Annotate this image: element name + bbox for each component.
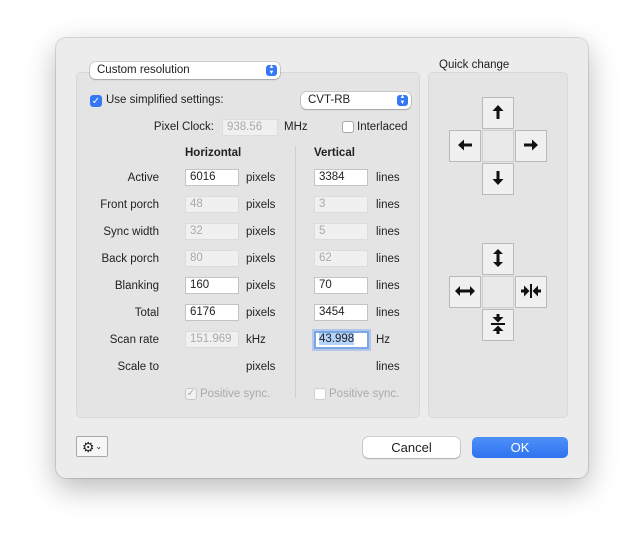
v-unit: lines	[376, 172, 400, 184]
arrow-down-icon	[489, 169, 507, 190]
arrow-left-icon	[456, 136, 474, 157]
v-unit: lines	[376, 280, 400, 292]
cancel-button[interactable]: Cancel	[363, 437, 460, 458]
v-unit: lines	[376, 253, 400, 265]
shrink-horizontal-icon	[520, 282, 542, 303]
v-unit: lines	[376, 361, 400, 373]
v-positive-sync-label: Positive sync.	[329, 388, 400, 400]
h-scan-rate-field[interactable]: 151.969	[185, 331, 239, 348]
row-label: Active	[127, 172, 159, 184]
column-separator	[295, 146, 296, 398]
interlaced-label: Interlaced	[357, 121, 408, 133]
resolution-mode-popup[interactable]: Custom resolution ▲ ▼	[90, 62, 280, 79]
pixel-clock-field[interactable]: 938.56	[222, 119, 278, 136]
v-back-porch-field[interactable]: 62	[314, 250, 368, 267]
expand-horizontal-icon	[454, 282, 476, 303]
v-blanking-field[interactable]: 70	[314, 277, 368, 294]
row-label: Sync width	[103, 226, 159, 238]
move-up-button[interactable]	[482, 97, 514, 129]
h-unit: pixels	[246, 280, 276, 292]
chevron-down-icon: ⌄	[95, 442, 103, 451]
expand-vertical-icon	[489, 248, 507, 271]
h-front-porch-field[interactable]: 48	[185, 196, 239, 213]
v-unit: lines	[376, 307, 400, 319]
h-positive-sync-checkbox[interactable]: ✓	[185, 388, 197, 400]
v-total-field[interactable]: 3454	[314, 304, 368, 321]
row-label: Blanking	[114, 280, 159, 292]
h-unit: pixels	[246, 199, 276, 211]
v-unit: lines	[376, 199, 400, 211]
row-label: Front porch	[100, 199, 159, 211]
arrow-up-icon	[489, 103, 507, 124]
h-unit: pixels	[246, 226, 276, 238]
h-unit: pixels	[246, 361, 276, 373]
pixel-clock-unit: MHz	[284, 121, 308, 133]
shrink-vertical-button[interactable]	[482, 309, 514, 341]
v-front-porch-field[interactable]: 3	[314, 196, 368, 213]
v-unit: Hz	[376, 334, 391, 346]
h-unit: pixels	[246, 253, 276, 265]
custom-resolution-dialog: Custom resolution ▲ ▼ ✓ Use simplified se…	[56, 38, 588, 478]
h-back-porch-field[interactable]: 80	[185, 250, 239, 267]
h-total-field[interactable]: 6176	[185, 304, 239, 321]
interlaced-checkbox[interactable]	[342, 121, 354, 133]
move-center-cell	[482, 130, 514, 162]
h-unit: pixels	[246, 172, 276, 184]
shrink-horizontal-button[interactable]	[515, 276, 547, 308]
v-active-field[interactable]: 3384	[314, 169, 368, 186]
h-unit: pixels	[246, 307, 276, 319]
ok-button[interactable]: OK	[472, 437, 568, 458]
v-sync-width-field[interactable]: 5	[314, 223, 368, 240]
resize-center-cell	[482, 276, 514, 308]
expand-horizontal-button[interactable]	[449, 276, 481, 308]
pixel-clock-label: Pixel Clock:	[153, 121, 214, 133]
h-sync-width-field[interactable]: 32	[185, 223, 239, 240]
popup-arrows-icon: ▲ ▼	[397, 94, 408, 106]
arrow-right-icon	[522, 136, 540, 157]
h-unit: kHz	[246, 334, 266, 346]
timing-standard-value: CVT-RB	[308, 94, 351, 106]
v-unit: lines	[376, 226, 400, 238]
v-scan-rate-value: 43.998	[319, 333, 355, 345]
h-positive-sync-label: Positive sync.	[200, 388, 271, 400]
v-positive-sync-checkbox[interactable]	[314, 388, 326, 400]
vertical-column-header: Vertical	[314, 147, 355, 159]
move-down-button[interactable]	[482, 163, 514, 195]
timing-standard-popup[interactable]: CVT-RB ▲ ▼	[301, 92, 411, 109]
row-label: Scale to	[117, 361, 159, 373]
h-active-field[interactable]: 6016	[185, 169, 239, 186]
move-left-button[interactable]	[449, 130, 481, 162]
popup-arrows-icon: ▲ ▼	[266, 64, 277, 76]
v-scan-rate-field[interactable]: 43.998	[314, 331, 369, 349]
row-label: Total	[134, 307, 159, 319]
row-label: Scan rate	[109, 334, 159, 346]
shrink-vertical-icon	[489, 313, 507, 338]
simplified-settings-checkbox[interactable]: ✓	[90, 95, 102, 107]
expand-vertical-button[interactable]	[482, 243, 514, 275]
gear-icon: ⚙	[81, 438, 95, 455]
move-right-button[interactable]	[515, 130, 547, 162]
resolution-mode-value: Custom resolution	[97, 64, 190, 76]
action-menu-button[interactable]: ⚙ ⌄	[76, 436, 108, 457]
quick-change-title: Quick change	[439, 59, 510, 71]
row-label: Back porch	[101, 253, 159, 265]
simplified-settings-label: Use simplified settings:	[106, 94, 224, 106]
horizontal-column-header: Horizontal	[185, 147, 242, 159]
h-blanking-field[interactable]: 160	[185, 277, 239, 294]
